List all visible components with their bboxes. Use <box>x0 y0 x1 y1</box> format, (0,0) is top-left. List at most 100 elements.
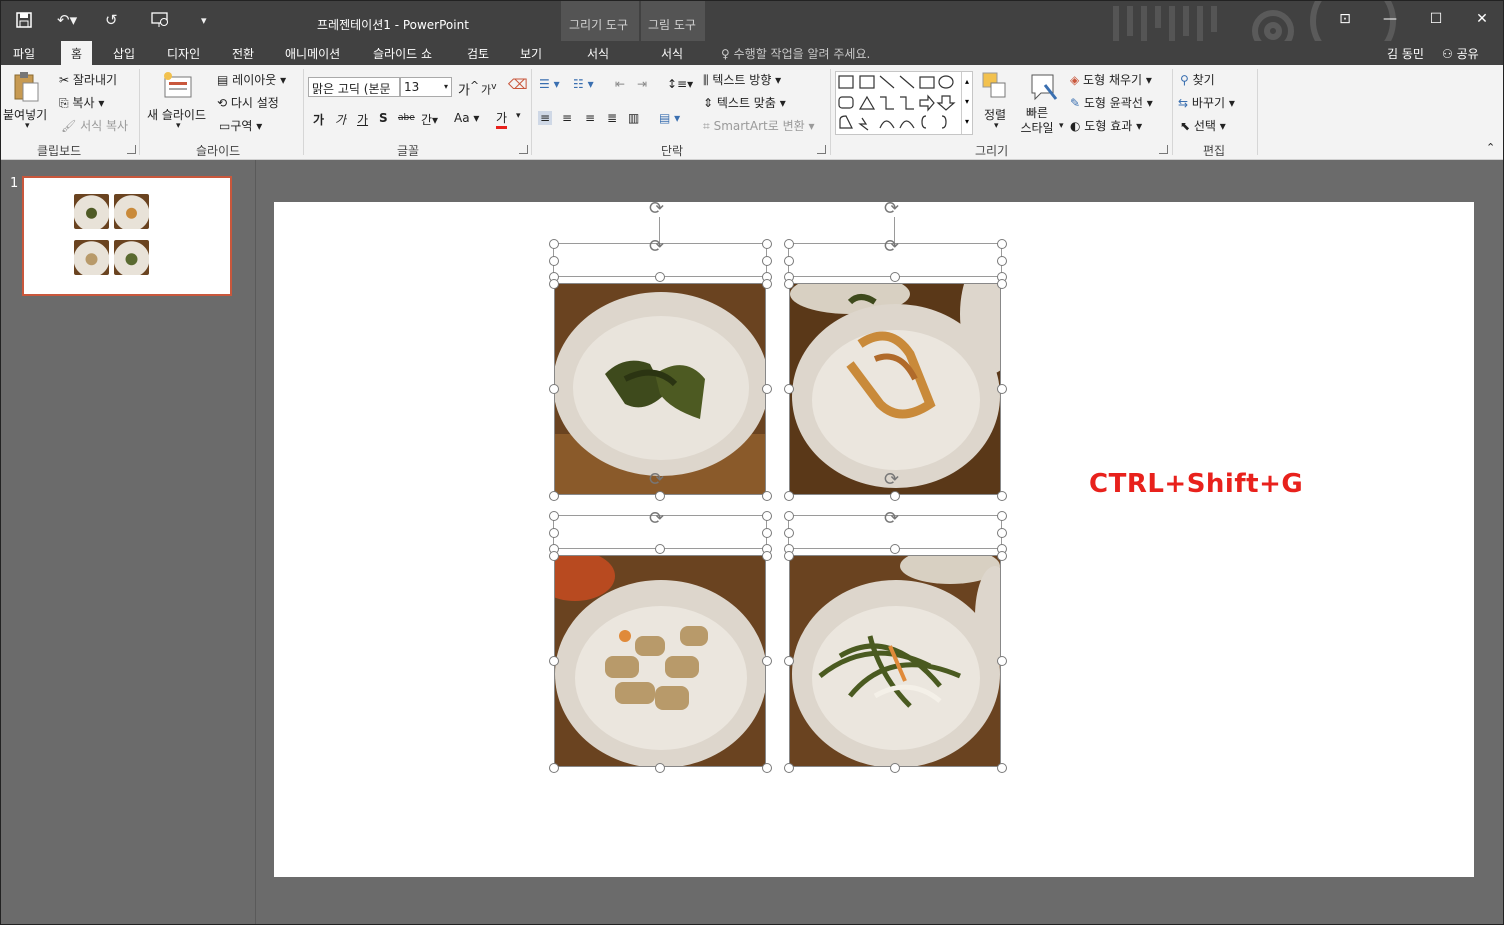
resize-handle[interactable] <box>549 656 559 666</box>
tab-file[interactable]: 파일 <box>13 45 35 62</box>
resize-handle[interactable] <box>997 511 1007 521</box>
resize-handle[interactable] <box>762 528 772 538</box>
tab-review[interactable]: 검토 <box>467 45 489 62</box>
resize-handle[interactable] <box>997 551 1007 561</box>
resize-handle[interactable] <box>549 256 559 266</box>
new-slide-dropdown-icon[interactable]: ▾ <box>176 121 181 131</box>
resize-handle[interactable] <box>784 279 794 289</box>
justify-icon[interactable]: ≣ <box>607 111 617 125</box>
resize-handle[interactable] <box>549 763 559 773</box>
resize-handle[interactable] <box>655 763 665 773</box>
resize-handle[interactable] <box>549 491 559 501</box>
bullets-icon[interactable]: ☰ ▾ <box>539 77 560 91</box>
character-spacing-button[interactable]: 간▾ <box>421 111 438 128</box>
italic-button[interactable]: 가 <box>335 111 346 128</box>
reset-button[interactable]: ⟲ 다시 설정 <box>217 94 279 111</box>
align-text-button[interactable]: ⇕ 텍스트 맞춤 ▾ <box>703 94 786 111</box>
resize-handle[interactable] <box>784 763 794 773</box>
shape-fill-button[interactable]: ◈ 도형 채우기 ▾ <box>1070 71 1152 88</box>
food-photo[interactable] <box>789 555 1001 767</box>
clipboard-launcher-icon[interactable] <box>127 145 136 154</box>
resize-handle[interactable] <box>890 763 900 773</box>
resize-handle[interactable] <box>784 511 794 521</box>
resize-handle[interactable] <box>997 279 1007 289</box>
resize-handle[interactable] <box>549 279 559 289</box>
align-center-icon[interactable]: ≡ <box>562 111 572 125</box>
resize-handle[interactable] <box>762 256 772 266</box>
resize-handle[interactable] <box>997 256 1007 266</box>
drawing-launcher-icon[interactable] <box>1159 145 1168 154</box>
strikethrough-button[interactable]: abe <box>398 113 415 123</box>
tab-picture-format[interactable]: 서식 <box>661 45 683 62</box>
underline-button[interactable]: 가 <box>357 111 368 128</box>
food-photo[interactable] <box>554 283 766 495</box>
resize-handle[interactable] <box>762 511 772 521</box>
resize-handle[interactable] <box>997 384 1007 394</box>
slide-thumbnail[interactable] <box>22 176 232 296</box>
resize-handle[interactable] <box>549 239 559 249</box>
user-name[interactable]: 김 동민 <box>1387 45 1424 62</box>
resize-handle[interactable] <box>784 551 794 561</box>
resize-handle[interactable] <box>762 239 772 249</box>
paste-dropdown-icon[interactable]: ▾ <box>25 121 30 131</box>
clear-formatting-icon[interactable]: ⌫ <box>508 77 528 93</box>
paragraph-launcher-icon[interactable] <box>817 145 826 154</box>
resize-handle[interactable] <box>890 491 900 501</box>
text-direction-button[interactable]: ⫼ 텍스트 방향 ▾ <box>703 71 781 88</box>
tell-me-box[interactable]: ♀ 수행할 작업을 알려 주세요. <box>721 45 870 62</box>
rotate-handle-icon[interactable]: ⟳ <box>884 469 899 490</box>
rotate-handle-icon[interactable]: ⟳ <box>649 508 664 529</box>
quick-styles-icon[interactable] <box>1029 71 1059 106</box>
font-color-dropdown-icon[interactable]: ▾ <box>516 111 521 121</box>
resize-handle[interactable] <box>762 551 772 561</box>
resize-handle[interactable] <box>762 656 772 666</box>
resize-handle[interactable] <box>549 528 559 538</box>
shape-effects-button[interactable]: ◐ 도형 효과 ▾ <box>1070 117 1142 134</box>
undo-icon[interactable]: ↶▾ <box>57 11 77 31</box>
grow-font-button[interactable]: 가^ <box>458 79 479 98</box>
font-color-button[interactable]: 가 <box>496 109 508 129</box>
resize-handle[interactable] <box>890 544 900 554</box>
redo-icon[interactable]: ↺ <box>105 11 118 31</box>
shrink-font-button[interactable]: 가v <box>481 81 497 98</box>
bold-button[interactable]: 가 <box>313 111 324 128</box>
start-slideshow-icon[interactable] <box>151 11 171 31</box>
font-size-combo[interactable]: 13 ▾ <box>400 77 452 97</box>
resize-handle[interactable] <box>784 239 794 249</box>
rotate-handle-icon[interactable]: ⟳ <box>649 236 664 257</box>
resize-handle[interactable] <box>762 384 772 394</box>
section-button[interactable]: ▭구역 ▾ <box>219 117 262 134</box>
rotate-handle-icon[interactable]: ⟳ <box>649 469 664 490</box>
cut-button[interactable]: ✂ 잘라내기 <box>59 71 117 88</box>
format-painter-button[interactable]: 🖌 서식 복사 <box>61 117 128 134</box>
line-spacing-icon[interactable]: ↕≡▾ <box>667 77 693 91</box>
copy-button[interactable]: ⎘ 복사 ▾ <box>59 94 104 111</box>
resize-handle[interactable] <box>997 239 1007 249</box>
change-case-button[interactable]: Aa ▾ <box>454 111 479 125</box>
gallery-scroll-icon[interactable]: ▴ ▾ ▾ <box>961 72 972 134</box>
ribbon-display-options-icon[interactable]: ⊡ <box>1334 11 1356 27</box>
smartart-button[interactable]: ⌗ SmartArt로 변환 ▾ <box>703 117 815 134</box>
arrange-icon[interactable] <box>981 71 1009 104</box>
close-icon[interactable]: ✕ <box>1471 11 1493 27</box>
tab-drawing-format[interactable]: 서식 <box>587 45 609 62</box>
shadow-button[interactable]: S <box>379 111 388 125</box>
resize-handle[interactable] <box>997 656 1007 666</box>
numbering-icon[interactable]: ☷ ▾ <box>573 77 594 91</box>
rotate-handle-icon[interactable]: ⟳ <box>649 198 664 219</box>
minimize-icon[interactable]: — <box>1379 11 1401 27</box>
tab-slideshow[interactable]: 슬라이드 쇼 <box>373 45 432 62</box>
resize-handle[interactable] <box>784 256 794 266</box>
arrange-dropdown-icon[interactable]: ▾ <box>994 121 999 131</box>
resize-handle[interactable] <box>655 272 665 282</box>
find-button[interactable]: ⚲ 찾기 <box>1180 71 1215 88</box>
resize-handle[interactable] <box>997 763 1007 773</box>
resize-handle[interactable] <box>784 656 794 666</box>
resize-handle[interactable] <box>655 491 665 501</box>
rotate-handle-icon[interactable]: ⟳ <box>884 508 899 529</box>
resize-handle[interactable] <box>997 491 1007 501</box>
quick-styles-dropdown-icon[interactable]: ▾ <box>1059 121 1064 131</box>
share-button[interactable]: ⚇ 공유 <box>1442 45 1479 62</box>
shape-outline-button[interactable]: ✎ 도형 윤곽선 ▾ <box>1070 94 1153 111</box>
select-button[interactable]: ⬉ 선택 ▾ <box>1180 117 1226 134</box>
